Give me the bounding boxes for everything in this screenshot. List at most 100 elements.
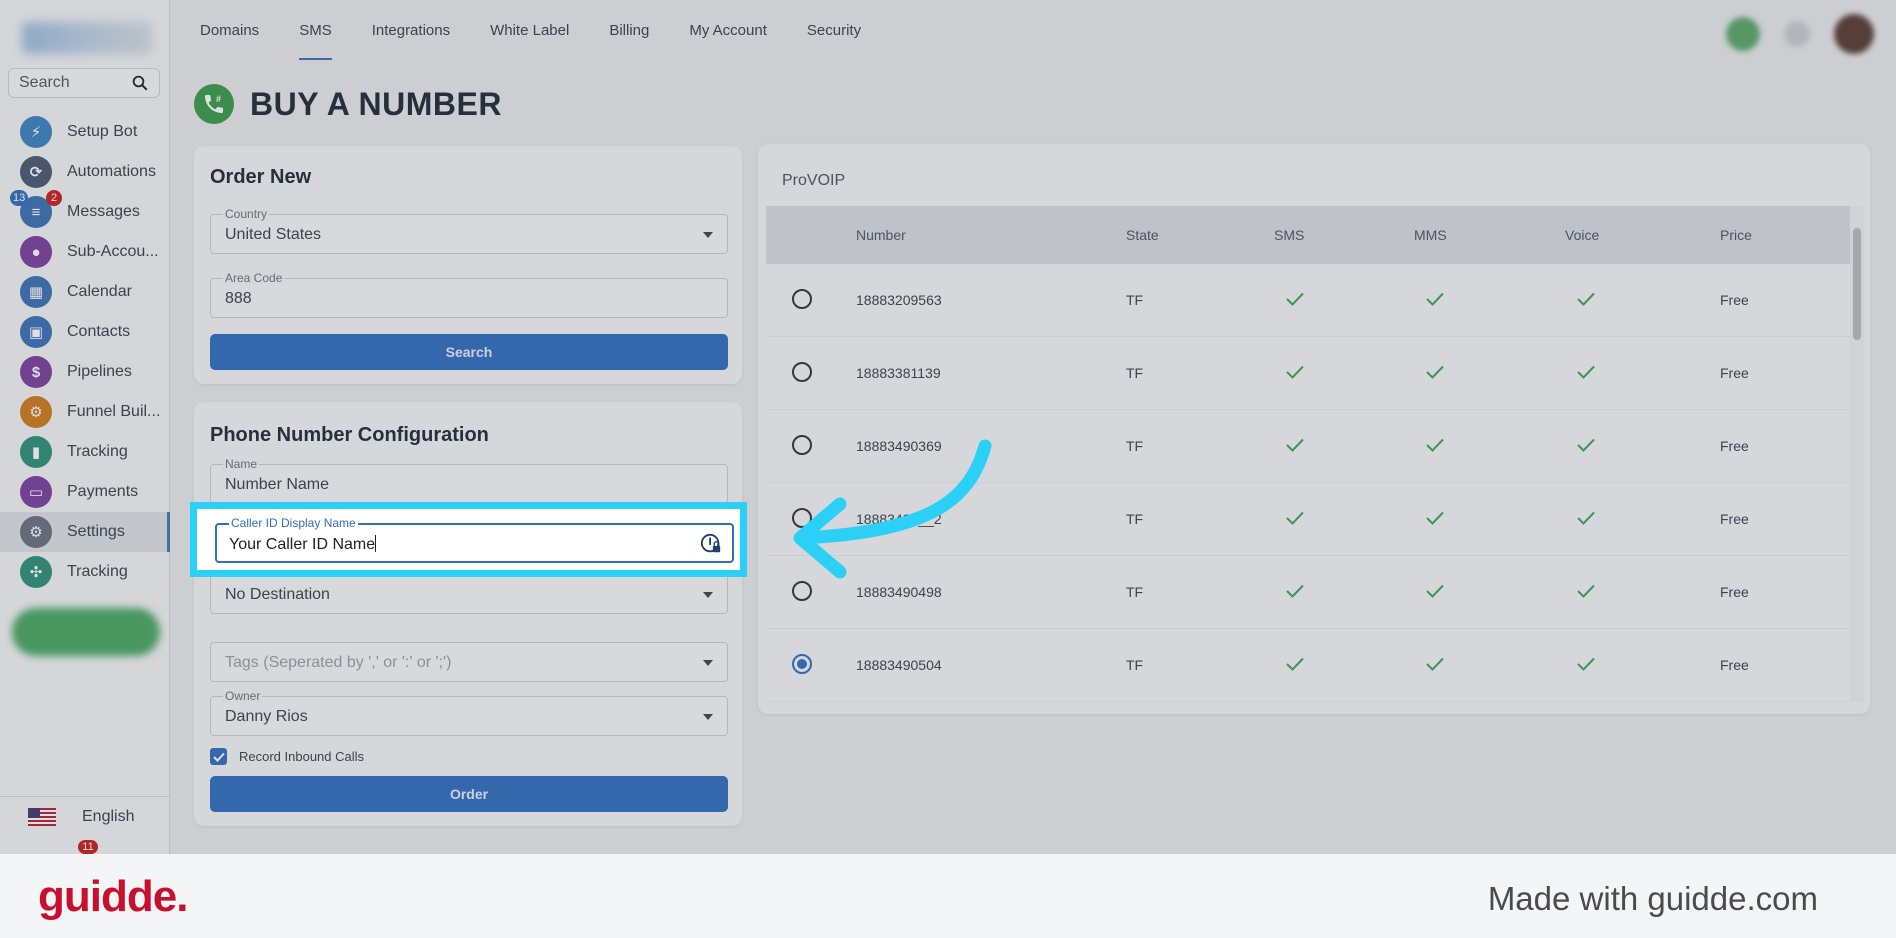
text-cursor xyxy=(375,535,377,552)
select-number-radio[interactable] xyxy=(792,653,812,674)
col-state: State xyxy=(1126,227,1159,243)
sidebar-search-input[interactable]: Search xyxy=(8,68,160,98)
provider-name: ProVOIP xyxy=(782,172,846,189)
mms-check-icon xyxy=(1414,511,1565,528)
area-code-label: Area Code xyxy=(223,271,285,285)
sidebar-item-funnel-buil[interactable]: ⚙ Funnel Buil... xyxy=(0,392,170,432)
network-icon: ✣ xyxy=(20,556,52,588)
sidebar-item-tracking[interactable]: ✣ Tracking xyxy=(0,552,170,592)
destination-select[interactable]: No Destination xyxy=(210,574,728,614)
number-cell: 18883490504 xyxy=(856,657,942,673)
col-price: Price xyxy=(1720,227,1752,243)
state-cell: TF xyxy=(1126,292,1144,308)
table-row[interactable]: 18883490504 TF Free xyxy=(766,629,1850,702)
record-calls-label: Record Inbound Calls xyxy=(239,749,365,764)
sidebar-item-automations[interactable]: ⟳ Automations xyxy=(0,152,170,192)
tab-sms[interactable]: SMS xyxy=(299,0,332,60)
search-icon[interactable] xyxy=(131,74,149,92)
sidebar-item-contacts[interactable]: ▣ Contacts xyxy=(0,312,170,352)
language-selector[interactable]: English xyxy=(0,796,170,836)
svg-text:#: # xyxy=(216,94,221,104)
promo-button[interactable] xyxy=(12,608,160,656)
caller-id-value: Your Caller ID Name xyxy=(229,536,376,553)
tab-my-account[interactable]: My Account xyxy=(689,0,767,60)
table-row[interactable]: 18883209563 TF Free xyxy=(766,264,1850,337)
search-button[interactable]: Search xyxy=(210,334,728,370)
sidebar-item-payments[interactable]: ▭ Payments xyxy=(0,472,170,512)
table-header: Number State SMS MMS Voice Price xyxy=(766,206,1850,264)
table-row[interactable]: 18883490__2 TF Free xyxy=(766,483,1850,556)
country-select[interactable]: Country United States xyxy=(210,207,728,254)
table-row[interactable]: 18883381139 TF Free xyxy=(766,337,1850,410)
config-title: Phone Number Configuration xyxy=(210,424,489,446)
destination-value: No Destination xyxy=(225,586,330,603)
sidebar-item-messages[interactable]: ≡ Messages 13 2 xyxy=(0,190,170,232)
select-number-radio[interactable] xyxy=(792,580,812,601)
col-sms: SMS xyxy=(1274,227,1305,243)
area-code-input[interactable]: Area Code 888 xyxy=(210,271,728,318)
voice-check-icon xyxy=(1565,584,1720,601)
tags-select[interactable]: Tags (Seperated by ',' or ':' or ';') xyxy=(210,642,728,682)
sidebar-item-pipelines[interactable]: $ Pipelines xyxy=(0,352,170,392)
tab-integrations[interactable]: Integrations xyxy=(372,0,450,60)
price-cell: Free xyxy=(1720,365,1749,381)
tab-domains[interactable]: Domains xyxy=(200,0,259,60)
company-logo[interactable] xyxy=(22,22,152,54)
search-placeholder: Search xyxy=(19,74,70,91)
mms-check-icon xyxy=(1414,584,1565,601)
select-number-radio[interactable] xyxy=(792,288,812,309)
country-value: United States xyxy=(225,226,322,243)
caller-id-label: Caller ID Display Name xyxy=(229,516,358,530)
sidebar-item-sub-accou[interactable]: ● Sub-Accou... xyxy=(0,232,170,272)
order-button[interactable]: Order xyxy=(210,776,728,812)
tab-billing[interactable]: Billing xyxy=(609,0,649,60)
table-row[interactable]: 18883490369 TF Free xyxy=(766,410,1850,483)
sidebar-item-label: Tracking xyxy=(67,443,128,460)
tags-placeholder: Tags (Seperated by ',' or ':' or ';') xyxy=(225,654,452,671)
sidebar-item-calendar[interactable]: ▦ Calendar xyxy=(0,272,170,312)
password-manager-icon[interactable] xyxy=(700,533,722,555)
record-calls-checkbox[interactable] xyxy=(210,748,227,765)
voice-check-icon xyxy=(1565,657,1720,674)
sms-check-icon xyxy=(1274,511,1414,528)
number-cell: 18883490369 xyxy=(856,438,942,454)
sidebar-item-tracking[interactable]: ▮ Tracking xyxy=(0,432,170,472)
bolt-icon: ⚡ xyxy=(20,116,52,148)
top-right-actions xyxy=(1726,14,1874,54)
sidebar-item-setup-bot[interactable]: ⚡ Setup Bot xyxy=(0,112,170,152)
select-number-radio[interactable] xyxy=(792,434,812,455)
owner-select[interactable]: Owner Danny Rios xyxy=(210,689,728,736)
state-cell: TF xyxy=(1126,584,1144,600)
chevron-down-icon xyxy=(703,592,713,598)
tab-security[interactable]: Security xyxy=(807,0,861,60)
top-nav: Domains SMS Integrations White Label Billing… xyxy=(170,0,1896,60)
price-cell: Free xyxy=(1720,511,1749,527)
record-calls-row: Record Inbound Calls xyxy=(210,748,364,765)
name-input[interactable]: Name Number Name xyxy=(210,457,728,504)
select-number-radio[interactable] xyxy=(792,507,812,528)
contacts-icon: ▣ xyxy=(20,316,52,348)
help-icon[interactable] xyxy=(1784,21,1810,47)
state-cell: TF xyxy=(1126,511,1144,527)
table-scrollbar[interactable] xyxy=(1850,206,1864,702)
us-flag-icon xyxy=(28,807,56,826)
scroll-thumb[interactable] xyxy=(1853,228,1861,340)
chevron-down-icon xyxy=(703,232,713,238)
sms-check-icon xyxy=(1274,292,1414,309)
select-number-radio[interactable] xyxy=(792,361,812,382)
card-icon: ▭ xyxy=(20,476,52,508)
tab-white-label[interactable]: White Label xyxy=(490,0,569,60)
sidebar-item-settings[interactable]: ⚙ Settings xyxy=(0,512,170,552)
numbers-table-card: ProVOIP Number State SMS MMS Voice Price… xyxy=(758,144,1870,714)
sidebar-item-label: Calendar xyxy=(67,283,132,300)
highlight-box: Caller ID Display Name Your Caller ID Na… xyxy=(190,502,747,577)
number-cell: 18883490498 xyxy=(856,584,942,600)
table-row[interactable]: 18883490498 TF Free xyxy=(766,556,1850,629)
mms-check-icon xyxy=(1414,438,1565,455)
sidebar-nav: ⚡ Setup Bot ⟳ Automations ≡ Messages 13 2 ● Sub-A… xyxy=(0,112,170,592)
avatar[interactable] xyxy=(1834,14,1874,54)
dollar-icon: $ xyxy=(20,356,52,388)
phone-icon[interactable] xyxy=(1726,17,1760,51)
caller-id-input[interactable]: Caller ID Display Name Your Caller ID Na… xyxy=(215,516,734,563)
state-cell: TF xyxy=(1126,438,1144,454)
